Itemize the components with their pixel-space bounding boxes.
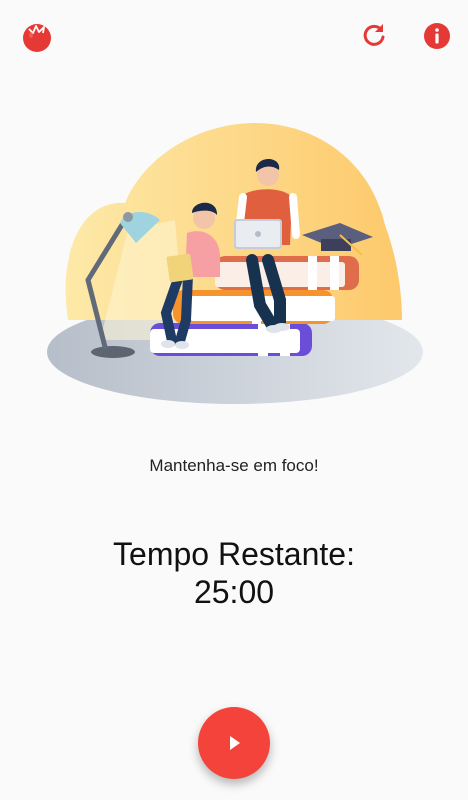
info-icon[interactable]	[421, 20, 453, 52]
timer-display: Tempo Restante: 25:00	[0, 535, 468, 611]
play-button[interactable]	[198, 707, 270, 779]
refresh-icon[interactable]	[358, 20, 390, 52]
book-top	[215, 256, 359, 290]
timer-value: 25:00	[193, 574, 275, 610]
students-studying-illustration	[47, 123, 423, 404]
play-icon	[230, 736, 240, 750]
timer-label: Tempo Restante:	[113, 536, 355, 572]
top-bar	[0, 0, 468, 72]
tomato-icon	[23, 24, 51, 52]
motto-text: Mantenha-se em foco!	[149, 456, 319, 475]
